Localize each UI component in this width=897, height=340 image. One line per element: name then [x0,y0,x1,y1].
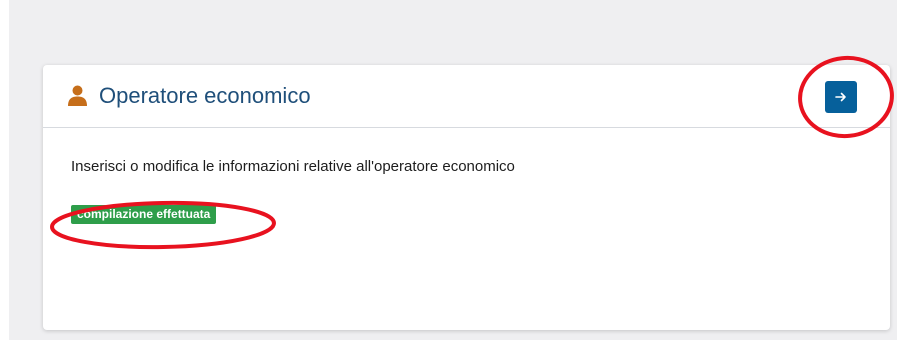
arrow-right-icon [835,92,846,102]
card-header: Operatore economico [43,65,890,128]
left-edge-strip [0,0,9,340]
operatore-economico-card: Operatore economico Inserisci o modifica… [43,65,890,330]
user-icon [67,85,88,106]
open-section-button[interactable] [825,81,857,113]
card-description: Inserisci o modifica le informazioni rel… [71,158,515,175]
card-title: Operatore economico [99,83,311,108]
status-badge: compilazione effettuata [71,205,217,224]
card-body: Inserisci o modifica le informazioni rel… [71,157,515,224]
